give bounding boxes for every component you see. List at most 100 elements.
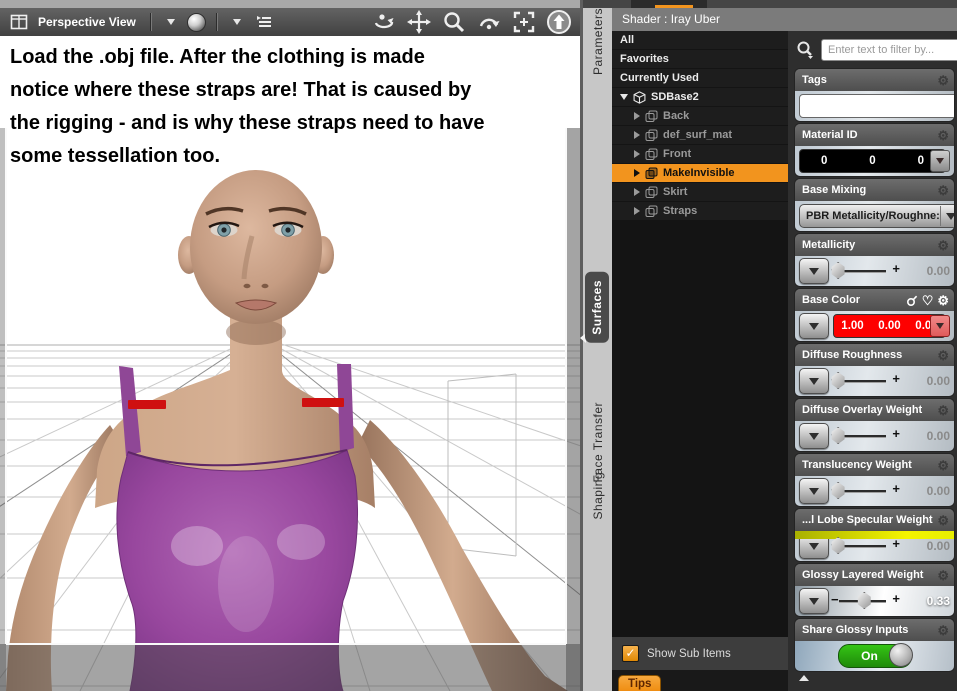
color-dropdown-button[interactable] (930, 315, 950, 337)
surface-item-back[interactable]: Back (612, 107, 788, 125)
view-dropdown-arrow[interactable] (158, 10, 184, 34)
slider-increment[interactable]: + (892, 591, 900, 606)
orbit-icon[interactable] (371, 10, 397, 34)
selected-option-label: PBR Metallicity/Roughne: (806, 210, 940, 222)
surfaces-panel: Shader : Iray Uber All Favorites Currently… (583, 0, 957, 691)
slider-handle[interactable] (857, 592, 871, 609)
tree-root-sdbase2[interactable]: SDBase2 (612, 88, 788, 106)
pan-icon[interactable] (406, 10, 432, 34)
slider-track[interactable]: −+ (831, 534, 910, 558)
slider-track[interactable]: −+ (831, 424, 910, 448)
parameter-dropdown-button[interactable] (799, 588, 829, 614)
slider-value[interactable]: 0.00 (914, 484, 950, 498)
gear-icon[interactable]: ⚙ (937, 349, 949, 362)
expander-closed-icon[interactable] (634, 188, 640, 196)
gear-icon[interactable]: ⚙ (937, 239, 949, 252)
toolbar-divider (149, 13, 152, 31)
parameter-dropdown-button[interactable] (799, 478, 829, 504)
gear-icon[interactable]: ⚙ (937, 129, 949, 142)
surface-item-skirt[interactable]: Skirt (612, 183, 788, 201)
rotate-icon[interactable] (476, 10, 502, 34)
gear-icon[interactable]: ⚙ (937, 624, 949, 637)
drawstyle-dropdown-arrow[interactable] (224, 10, 250, 34)
expander-closed-icon[interactable] (634, 169, 640, 177)
frame-icon[interactable] (511, 10, 537, 34)
figure-3d-model (6, 170, 568, 691)
gear-icon[interactable]: ⚙ (937, 184, 949, 197)
gear-icon[interactable]: ⚙ (937, 459, 949, 472)
search-icon[interactable] (795, 40, 815, 60)
category-favorites[interactable]: Favorites (612, 50, 788, 68)
tags-input[interactable] (799, 94, 954, 118)
slider-value[interactable]: 0.00 (914, 539, 950, 553)
slider-value[interactable]: 0.00 (914, 374, 950, 388)
color-component-value[interactable]: 0 (869, 155, 875, 167)
gear-icon[interactable]: ⚙ (937, 404, 949, 417)
section-title: Base Mixing (802, 184, 867, 196)
show-sub-items-checkbox[interactable]: ✓ (622, 645, 639, 662)
gear-icon[interactable]: ⚙ (937, 294, 949, 307)
shaded-sphere-icon[interactable] (184, 10, 210, 34)
filter-input[interactable] (821, 39, 957, 61)
reset-view-icon[interactable] (546, 10, 572, 34)
slider-increment[interactable]: + (892, 426, 900, 441)
gear-icon[interactable]: ⚙ (937, 569, 949, 582)
link-icon[interactable] (906, 294, 918, 307)
surface-item-label: MakeInvisible (663, 167, 735, 179)
window-icon[interactable] (6, 10, 32, 34)
slider-increment[interactable]: + (892, 481, 900, 496)
parameter-dropdown-button[interactable] (799, 533, 829, 559)
slider-track[interactable]: −+ (831, 259, 910, 283)
parameter-dropdown-button[interactable] (799, 423, 829, 449)
slider-value[interactable]: 0.00 (914, 429, 950, 443)
section-translucency-weight: Translucency Weight ⚙ −+ 0.00 (795, 454, 954, 506)
color-swatch[interactable]: 0 0 0 (799, 149, 946, 173)
surface-item-straps[interactable]: Straps (612, 202, 788, 220)
tab-shaping[interactable]: Shaping (586, 464, 610, 528)
share-glossy-toggle[interactable]: On (837, 643, 913, 668)
surface-item-makeinvisible[interactable]: MakeInvisible (612, 164, 788, 182)
viewport-title[interactable]: Perspective View (38, 15, 136, 29)
slider-decrement[interactable]: − (831, 592, 839, 607)
slider-track[interactable]: −+ (831, 589, 910, 613)
base-mixing-select[interactable]: PBR Metallicity/Roughne: (799, 204, 954, 228)
color-component-value[interactable]: 1.00 (841, 320, 863, 332)
section-header: Metallicity ⚙ (795, 234, 954, 256)
color-component-value[interactable]: 0.00 (878, 320, 900, 332)
expander-closed-icon[interactable] (634, 112, 640, 120)
zoom-icon[interactable] (441, 10, 467, 34)
surface-icon (645, 186, 658, 199)
scroll-up-indicator[interactable] (799, 675, 809, 681)
expander-closed-icon[interactable] (634, 207, 640, 215)
slider-increment[interactable]: + (892, 261, 900, 276)
slider-track[interactable]: −+ (831, 479, 910, 503)
slider-value[interactable]: 0.00 (914, 264, 950, 278)
color-dropdown-button[interactable] (930, 150, 950, 172)
slider-value[interactable]: 0.33 (914, 594, 950, 608)
tab-parameters[interactable]: Parameters (586, 0, 610, 83)
scene-list-icon[interactable] (250, 10, 276, 34)
color-component-value[interactable]: 0 (821, 155, 827, 167)
gear-icon[interactable]: ⚙ (937, 514, 949, 527)
slider-increment[interactable]: + (892, 371, 900, 386)
category-all[interactable]: All (612, 31, 788, 49)
parameter-dropdown-button[interactable] (799, 368, 829, 394)
slider-track[interactable]: −+ (831, 369, 910, 393)
expander-open-icon[interactable] (620, 94, 628, 100)
category-currently-used[interactable]: Currently Used (612, 69, 788, 87)
surface-item-def_surf_mat[interactable]: def_surf_mat (612, 126, 788, 144)
tab-surfaces[interactable]: Surfaces (585, 272, 609, 343)
toggle-knob[interactable] (888, 643, 913, 667)
tab-tips[interactable]: Tips (618, 675, 662, 691)
surface-item-front[interactable]: Front (612, 145, 788, 163)
parameter-dropdown-button[interactable] (799, 313, 829, 339)
heart-icon[interactable]: ♡ (922, 294, 934, 307)
parameter-dropdown-button[interactable] (799, 258, 829, 284)
color-component-value[interactable]: 0 (918, 155, 924, 167)
expander-closed-icon[interactable] (634, 150, 640, 158)
expander-closed-icon[interactable] (634, 131, 640, 139)
chevron-down-icon[interactable] (939, 206, 954, 226)
gear-icon[interactable]: ⚙ (937, 74, 949, 87)
slider-increment[interactable]: + (892, 536, 900, 551)
viewport-canvas[interactable]: Load the .obj file. After the clothing i… (0, 36, 580, 691)
